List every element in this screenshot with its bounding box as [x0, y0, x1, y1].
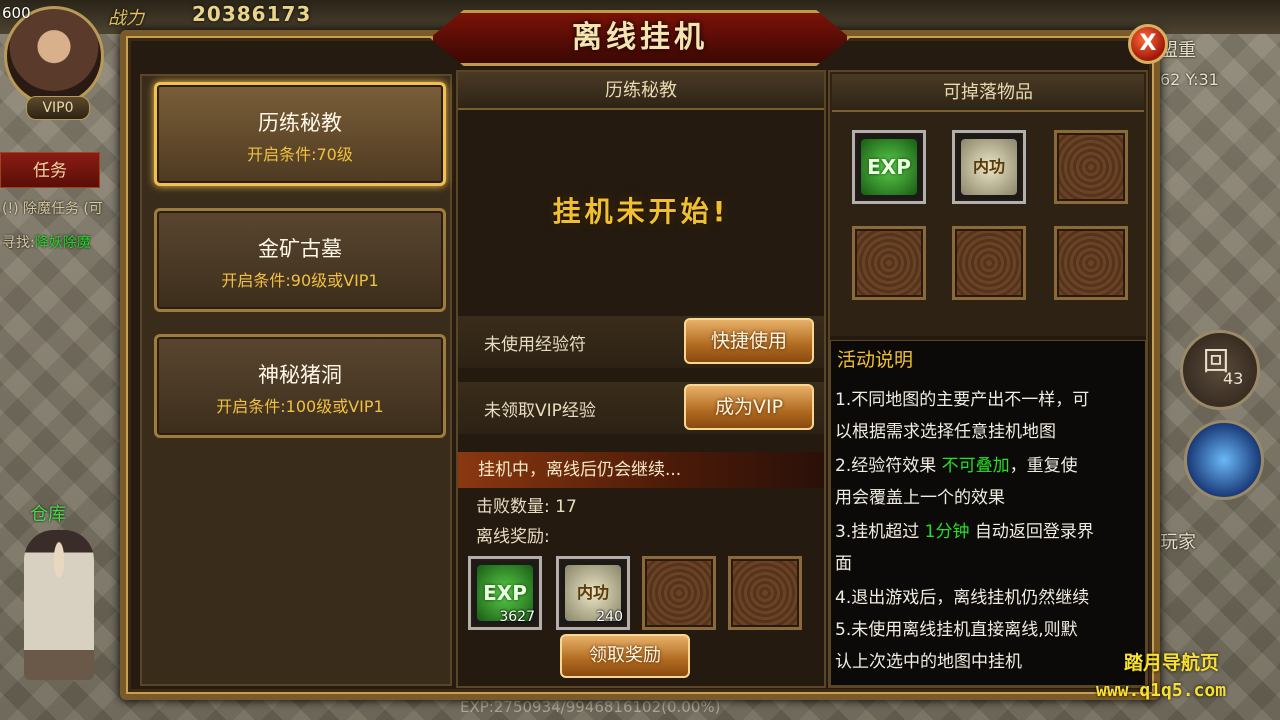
map-item-name: 金矿古墓	[258, 237, 342, 261]
vip-exp-label: 未领取VIP经验	[484, 401, 596, 421]
skill-return-button[interactable]: 回 43	[1180, 330, 1260, 410]
map-item-lilian-mijiao[interactable]: 历练秘教 开启条件:70级	[154, 82, 446, 186]
map-item-name: 历练秘教	[258, 111, 342, 135]
exp-item-icon: EXP	[861, 139, 917, 195]
task-line-2-prefix: 寻找:	[2, 235, 35, 251]
description-line: 4.退出游戏后，离线挂机仍然继续	[835, 588, 1090, 608]
description-line: 以根据需求选择任意挂机地图	[835, 422, 1056, 442]
activity-description: 活动说明 1.不同地图的主要产出不一样，可 以根据需求选择任意挂机地图 2.经验…	[830, 340, 1146, 686]
defeat-count-label: 击败数量:	[476, 497, 550, 517]
description-line: 1.不同地图的主要产出不一样，可	[835, 390, 1090, 410]
drop-slot-neigong[interactable]: 内功	[952, 130, 1026, 204]
description-line: 认上次选中的地图中挂机	[835, 652, 1022, 672]
description-highlight: 不可叠加	[941, 456, 1010, 476]
reward-count: 3627	[499, 609, 535, 625]
exp-talisman-label: 未使用经验符	[484, 335, 586, 355]
description-line: 面	[835, 554, 852, 574]
exp-readout: EXP:2750934/9946816102(0.00%)	[460, 698, 721, 716]
reward-slot-empty	[642, 556, 716, 630]
player-level: 600	[2, 4, 31, 22]
description-line: 5.未使用离线挂机直接离线,则默	[835, 620, 1078, 640]
power-label: 战力	[108, 8, 144, 29]
map-item-condition: 开启条件:70级	[247, 145, 353, 164]
warehouse-npc-label[interactable]: 仓库	[30, 500, 66, 526]
description-line: 用会覆盖上一个的效果	[835, 488, 1005, 508]
description-title: 活动说明	[837, 349, 914, 371]
drop-slot-exp[interactable]: EXP	[852, 130, 926, 204]
drop-slot-empty	[1054, 226, 1128, 300]
watermark-url: www.q1q5.com	[1096, 680, 1227, 701]
reward-slot-empty	[728, 556, 802, 630]
vip-badge[interactable]: VIP0	[26, 96, 90, 120]
warehouse-npc[interactable]	[24, 530, 94, 680]
task-line-2-target[interactable]: 降妖除魔	[35, 235, 91, 251]
power-value: 20386173	[192, 2, 312, 26]
description-line: 3.挂机超过 1分钟 自动返回登录界	[835, 517, 1094, 542]
description-text: 2.经验符效果	[835, 456, 942, 476]
description-text: ，重复使	[1009, 456, 1078, 476]
task-line-2[interactable]: 寻找:降妖除魔	[2, 232, 91, 252]
map-list: 历练秘教 开启条件:70级 金矿古墓 开启条件:90级或VIP1 神秘猪洞 开启…	[140, 74, 452, 686]
become-vip-button[interactable]: 成为VIP	[684, 384, 814, 430]
player-tab-label[interactable]: 玩家	[1160, 528, 1196, 554]
task-tab[interactable]: 任务	[0, 152, 100, 188]
reward-count: 240	[596, 609, 623, 625]
description-line: 2.经验符效果 不可叠加，重复使	[835, 451, 1078, 476]
close-button[interactable]: X	[1128, 24, 1168, 64]
idle-status-text: 挂机未开始!	[552, 195, 730, 228]
map-item-name: 神秘猪洞	[258, 363, 342, 387]
reward-slot-exp[interactable]: EXP 3627	[468, 556, 542, 630]
map-item-condition: 开启条件:90级或VIP1	[221, 271, 379, 290]
defeat-count: 击败数量: 17	[476, 492, 577, 517]
claim-reward-button[interactable]: 领取奖励	[560, 634, 690, 678]
drop-slot-empty	[1054, 130, 1128, 204]
description-text: 自动返回登录界	[969, 522, 1094, 542]
map-item-condition: 开启条件:100级或VIP1	[216, 397, 384, 416]
drop-items-header: 可掉落物品	[832, 74, 1144, 112]
defeat-count-value: 17	[555, 497, 577, 517]
drop-slot-empty	[952, 226, 1026, 300]
coordinate-readout: 62 Y:31	[1160, 70, 1219, 89]
skill-count: 43	[1223, 369, 1244, 388]
quick-use-button[interactable]: 快捷使用	[684, 318, 814, 364]
lightning-skill-icon[interactable]	[1184, 420, 1264, 500]
task-line-1[interactable]: (!) 除魔任务 (可	[2, 198, 103, 218]
idle-progress-banner: 挂机中，离线后仍会继续...	[458, 452, 824, 488]
neigong-item-icon: 内功	[961, 139, 1017, 195]
watermark-title: 踏月导航页	[1124, 652, 1220, 674]
selected-map-header: 历练秘教	[458, 72, 824, 110]
drop-slot-empty	[852, 226, 926, 300]
description-highlight: 1分钟	[924, 522, 970, 542]
description-text: 3.挂机超过	[835, 522, 925, 542]
offline-reward-label: 离线奖励:	[476, 527, 550, 547]
dialog-title: 离线挂机	[430, 10, 850, 66]
reward-slot-neigong[interactable]: 内功 240	[556, 556, 630, 630]
map-item-jinkuang-gumu[interactable]: 金矿古墓 开启条件:90级或VIP1	[154, 208, 446, 312]
map-item-shenmi-zhudong[interactable]: 神秘猪洞 开启条件:100级或VIP1	[154, 334, 446, 438]
